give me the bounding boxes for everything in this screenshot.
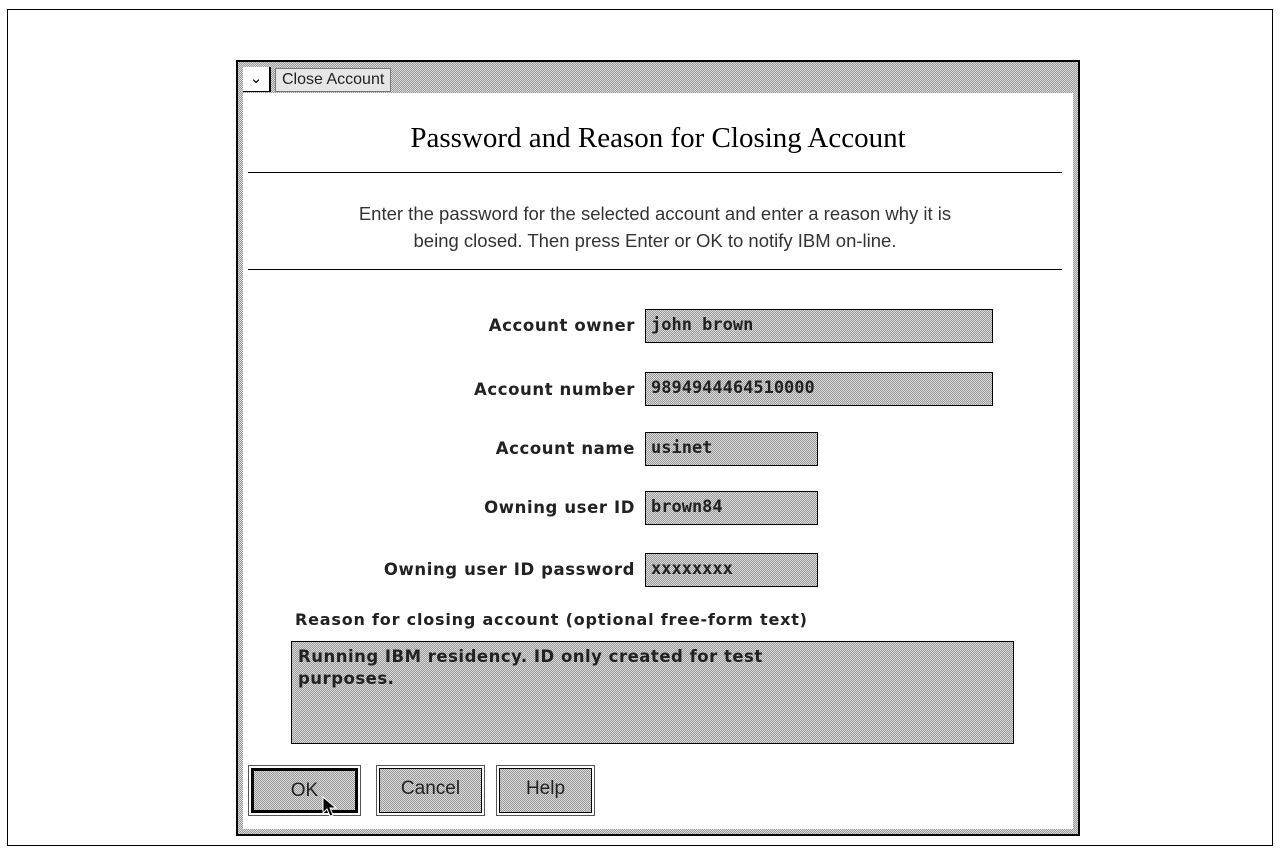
owning-user-id-password-field[interactable]: xxxxxxxx (645, 553, 818, 587)
owning-user-id-password-label: Owning user ID password (383, 560, 635, 579)
cancel-button[interactable]: Cancel (376, 765, 485, 816)
account-owner-field[interactable]: john brown (645, 309, 993, 343)
divider (248, 269, 1062, 270)
dialog-heading: Password and Reason for Closing Account (410, 122, 906, 154)
ok-button-label: OK (290, 780, 319, 801)
account-number-field[interactable]: 9894944464510000 (645, 372, 993, 406)
close-account-dialog: ⌄ Close Account Password and Reason for … (236, 60, 1080, 836)
instructions-line-2: being closed. Then press Enter or OK to … (413, 230, 897, 251)
figure-frame: ⌄ Close Account Password and Reason for … (7, 9, 1273, 846)
title-bar[interactable]: ⌄ Close Account (243, 67, 1073, 93)
account-name-label: Account name (495, 439, 635, 458)
reason-label: Reason for closing account (optional fre… (295, 610, 808, 629)
owning-user-id-field[interactable]: brown84 (645, 491, 818, 525)
dialog-client-area: ⌄ Close Account Password and Reason for … (243, 67, 1073, 829)
reason-textarea[interactable]: Running IBM residency. ID only created f… (291, 641, 1014, 744)
reason-line-2: purposes. (298, 669, 395, 688)
help-button[interactable]: Help (496, 765, 595, 816)
account-number-label: Account number (473, 380, 635, 399)
system-menu-icon[interactable]: ⌄ (243, 67, 271, 92)
account-name-field[interactable]: usinet (645, 432, 818, 466)
divider (248, 172, 1062, 173)
reason-line-1: Running IBM residency. ID only created f… (298, 647, 763, 666)
instructions-text: Enter the password for the selected acco… (251, 200, 1059, 254)
mouse-pointer-icon (322, 796, 338, 817)
window-title: Close Account (275, 68, 392, 92)
account-owner-label: Account owner (488, 316, 635, 335)
owning-user-id-label: Owning user ID (484, 498, 635, 517)
ok-button[interactable]: OK (248, 765, 361, 817)
instructions-line-1: Enter the password for the selected acco… (358, 203, 952, 224)
